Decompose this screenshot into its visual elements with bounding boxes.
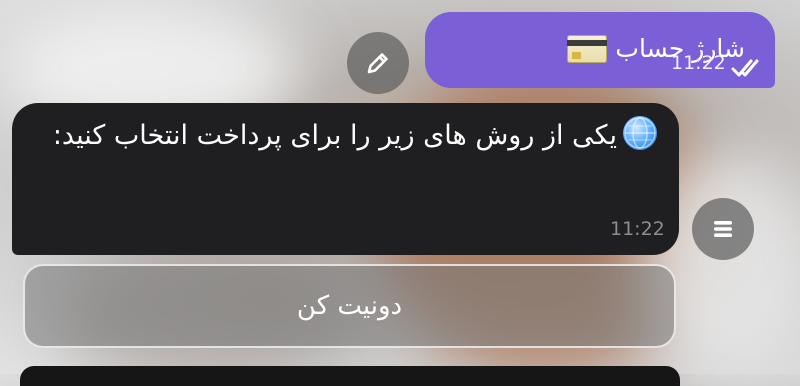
inline-menu-button[interactable]	[692, 198, 754, 260]
donate-button[interactable]: دونیت کن	[23, 264, 676, 348]
list-menu-icon	[714, 221, 732, 237]
edit-button[interactable]	[347, 32, 409, 94]
globe-icon	[623, 116, 657, 150]
outgoing-message-time: 11:22	[671, 52, 726, 74]
donate-button-label: دونیت کن	[296, 291, 403, 321]
incoming-message-bubble[interactable]: یکی از روش های زیر را برای پرداخت انتخاب…	[12, 103, 679, 255]
incoming-message-time: 11:22	[610, 218, 665, 240]
pencil-icon	[367, 53, 388, 74]
next-message-bubble	[20, 366, 680, 386]
incoming-message-text: یکی از روش های زیر را برای پرداخت انتخاب…	[52, 120, 617, 151]
credit-card-icon	[567, 34, 608, 63]
outgoing-message-bubble[interactable]: شارژ حساب 11:22	[425, 12, 775, 88]
incoming-message-content: یکی از روش های زیر را برای پرداخت انتخاب…	[27, 115, 657, 157]
double-check-icon	[731, 59, 759, 77]
